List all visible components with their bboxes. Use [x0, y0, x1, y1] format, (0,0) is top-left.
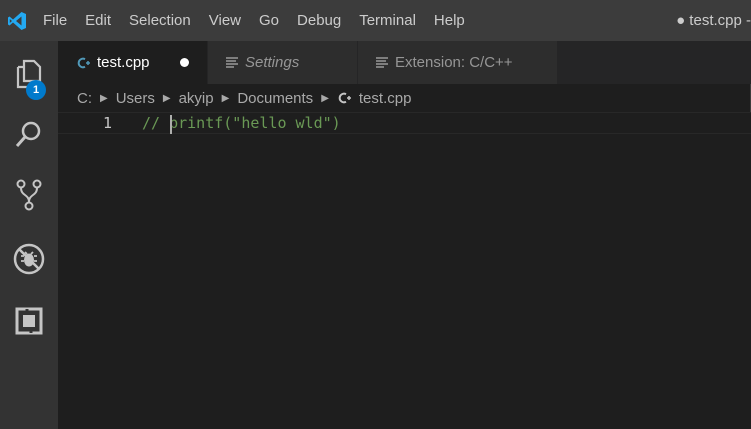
tab-test-cpp[interactable]: test.cpp	[58, 41, 208, 84]
menu-selection[interactable]: Selection	[120, 0, 200, 41]
unsaved-dot-icon[interactable]	[179, 58, 189, 67]
chevron-right-icon: ▶	[100, 92, 108, 104]
breadcrumb-akyip[interactable]: akyip	[179, 90, 214, 107]
menu-bar: File Edit Selection View Go Debug Termin…	[34, 0, 474, 41]
explorer-icon[interactable]: 1	[0, 49, 58, 100]
text-cursor	[170, 115, 172, 134]
breadcrumb-file[interactable]: test.cpp	[337, 89, 412, 107]
tab-settings[interactable]: Settings	[208, 41, 358, 84]
editor-tabs: test.cpp Settings Extension: C/C++	[58, 41, 751, 84]
chevron-right-icon: ▶	[321, 92, 329, 104]
window-title: ● test.cpp -	[676, 12, 751, 29]
tab-label: Extension: C/C++	[395, 54, 513, 71]
menu-view[interactable]: View	[200, 0, 250, 41]
menu-edit[interactable]: Edit	[76, 0, 120, 41]
menu-terminal[interactable]: Terminal	[350, 0, 425, 41]
breadcrumb-documents[interactable]: Documents	[237, 90, 313, 107]
code-editor[interactable]: 1 // printf("hello wld")	[58, 112, 751, 429]
menu-debug[interactable]: Debug	[288, 0, 350, 41]
breadcrumb: C: ▶ Users ▶ akyip ▶ Documents ▶ test.cp…	[58, 84, 751, 112]
cpp-file-icon	[337, 91, 351, 105]
source-control-icon[interactable]	[0, 170, 58, 220]
extensions-icon[interactable]	[0, 296, 58, 346]
title-bar: File Edit Selection View Go Debug Termin…	[0, 0, 751, 41]
menu-help[interactable]: Help	[425, 0, 474, 41]
activity-bar: 1	[0, 41, 58, 429]
breadcrumb-file-label: test.cpp	[358, 89, 412, 107]
debug-icon[interactable]	[0, 234, 58, 284]
breadcrumb-drive[interactable]: C:	[77, 90, 92, 107]
chevron-right-icon: ▶	[221, 92, 230, 104]
cpp-file-icon	[76, 56, 90, 70]
menu-go[interactable]: Go	[250, 0, 288, 41]
breadcrumb-users[interactable]: Users	[116, 90, 155, 107]
explorer-badge: 1	[26, 80, 46, 100]
tab-label: Settings	[245, 54, 300, 71]
chevron-right-icon: ▶	[162, 92, 171, 104]
menu-file[interactable]: File	[34, 0, 76, 41]
tab-label: test.cpp	[97, 54, 150, 71]
search-icon[interactable]	[0, 109, 58, 159]
line-number: 1	[102, 114, 112, 132]
extension-lines-icon	[376, 57, 388, 68]
tab-extension-cpp[interactable]: Extension: C/C++	[358, 41, 558, 84]
settings-lines-icon	[226, 57, 238, 68]
vscode-logo-icon	[0, 0, 34, 41]
